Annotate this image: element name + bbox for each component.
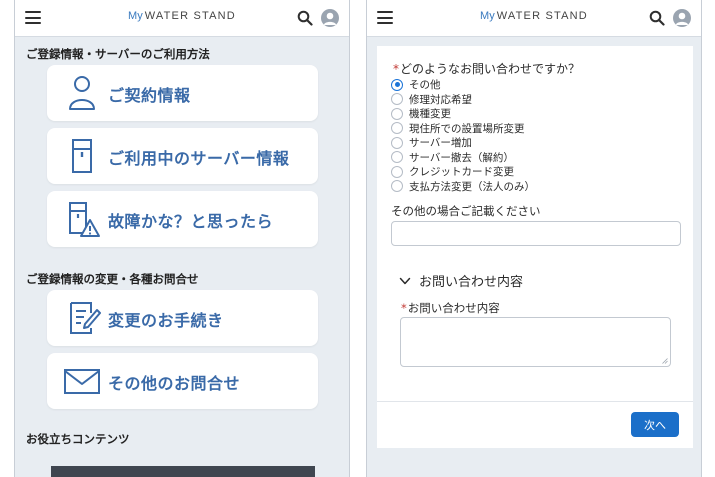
menu-card-change-procedure[interactable]: 変更のお手続き [47,290,318,346]
logo-prefix: My [128,10,143,22]
menu-card-contract-info[interactable]: ご契約情報 [47,65,318,121]
chevron-down-icon [399,277,411,284]
inquiry-form: *どのようなお問い合わせですか？ その他 修理対応希望 機種変更 現住所での設置… [377,46,693,448]
logo-name: WATER STAND [144,10,236,22]
inquiry-content-label: *お問い合わせ内容 [401,300,500,316]
radio-option-credit-card[interactable]: クレジットカード変更 [391,164,514,179]
radio-option-label: 修理対応希望 [409,93,472,106]
inquiry-type-label: *どのようなお問い合わせですか？ [393,60,580,77]
radio-option-payment-method[interactable]: 支払方法変更（法人のみ） [391,179,535,194]
section-heading-registration: ご登録情報・サーバーのご利用方法 [26,47,210,61]
logo-name: WATER STAND [496,10,588,22]
menu-card-label: その他のお問合せ [108,374,241,393]
radio-option-relocation[interactable]: 現住所での設置場所変更 [391,121,525,136]
menu-card-label: ご利用中のサーバー情報 [108,149,290,168]
search-icon[interactable] [297,10,313,26]
account-avatar-icon[interactable] [673,9,691,27]
inquiry-content-section-toggle[interactable]: お問い合わせ内容 [399,271,523,290]
app-header: My WATER STAND [15,0,349,37]
radio-option-removal[interactable]: サーバー撤去（解約） [391,150,514,165]
content-banner-image[interactable] [51,466,315,477]
menu-card-troubleshoot[interactable]: 故障かな？と思ったら [47,191,318,247]
radio-option-add-server[interactable]: サーバー増加 [391,135,472,150]
form-divider [377,401,693,402]
radio-option-label: クレジットカード変更 [409,166,514,178]
inquiry-form-screen: My WATER STAND *どのようなお問い合わせですか？ その他 修理対応希… [366,0,702,477]
inquiry-content-textarea[interactable] [400,317,671,367]
menu-screen: My WATER STAND ご登録情報・サーバーのご利用方法 ご契約情報 ご利用… [14,0,350,477]
section-heading-useful-content: お役立ちコンテンツ [26,432,130,446]
section-heading-changes: ご登録情報の変更・各種お問合せ [26,272,199,286]
logo-prefix: My [480,10,495,22]
radio-button[interactable] [391,165,403,178]
menu-card-other-inquiry[interactable]: その他のお問合せ [47,353,318,409]
radio-option-label: その他 [409,79,441,91]
inquiry-content-label-text: お問い合わせ内容 [407,301,500,315]
edit-document-icon [70,302,101,334]
radio-button[interactable] [391,180,403,192]
account-avatar-icon[interactable] [321,9,339,27]
resize-handle-icon[interactable] [662,358,668,364]
section-title: お問い合わせ内容 [419,275,524,290]
radio-button[interactable] [391,107,403,120]
inquiry-type-label-text: どのようなお問い合わせですか？ [400,62,581,76]
menu-card-label: 故障かな？と思ったら [108,212,274,231]
required-marker: * [401,301,407,315]
menu-card-label: ご契約情報 [108,86,191,105]
menu-card-label: 変更のお手続き [108,311,224,330]
radio-option-label: サーバー増加 [409,137,472,149]
required-marker: * [393,62,399,76]
radio-button[interactable] [391,78,403,91]
radio-button[interactable] [391,122,403,134]
other-details-input[interactable] [391,221,681,246]
radio-option-label: 現住所での設置場所変更 [409,122,525,135]
next-button[interactable]: 次へ [631,412,679,437]
envelope-icon [64,369,100,394]
radio-button[interactable] [391,93,403,105]
radio-option-label: 支払方法変更（法人のみ） [409,180,535,193]
other-details-label: その他の場合ご記載ください [391,204,541,218]
radio-option-label: 機種変更 [409,108,451,120]
app-header: My WATER STAND [367,0,701,37]
radio-option-label: サーバー撤去（解約） [409,151,514,164]
radio-button[interactable] [391,136,403,149]
radio-option-other[interactable]: その他 [391,77,441,92]
person-icon [69,76,95,110]
menu-card-server-info[interactable]: ご利用中のサーバー情報 [47,128,318,184]
radio-option-repair[interactable]: 修理対応希望 [391,92,472,107]
search-icon[interactable] [649,10,665,26]
server-warning-icon [69,202,100,237]
water-server-icon [72,139,92,173]
radio-button[interactable] [391,151,403,163]
radio-option-model-change[interactable]: 機種変更 [391,106,451,121]
